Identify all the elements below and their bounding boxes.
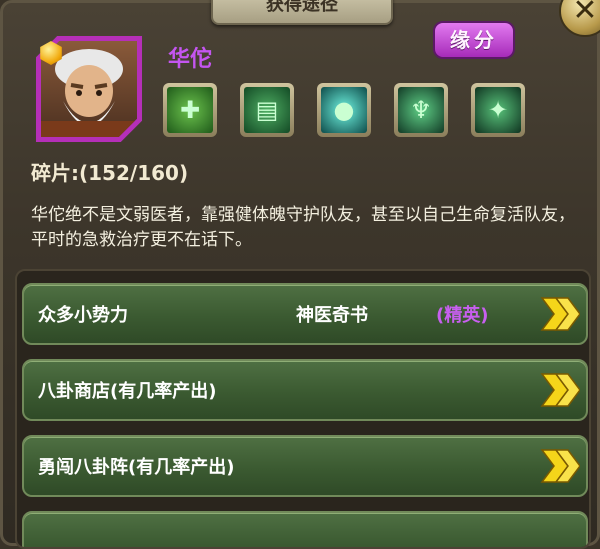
- source-label: 众多小势力: [38, 305, 128, 326]
- hero-name: 华佗: [168, 47, 213, 72]
- shard-count: 碎片:(152/160): [31, 157, 188, 186]
- source-row-4-partial[interactable]: [22, 511, 588, 547]
- source-label: 勇闯八卦阵(有几率产出): [38, 457, 235, 478]
- cyan-orb-icon: ●: [321, 87, 367, 133]
- elite-tag: (精英): [436, 305, 489, 326]
- shard-label: 碎片:: [31, 161, 79, 185]
- skill-slot-4[interactable]: ♆: [394, 83, 448, 137]
- source-stage: 神医奇书: [296, 305, 368, 326]
- hero-description: 华佗绝不是文弱医者，靠强健体魄守护队友，甚至以自己生命复活队友，平时的急救治疗更…: [31, 205, 575, 250]
- source-row-2[interactable]: 八卦商店(有几率产出): [22, 359, 588, 421]
- source-list[interactable]: 众多小势力 神医奇书 (精英) 八卦商店(有几率产出) 勇闯八卦阵(有几率产出): [15, 269, 591, 549]
- source-row-3[interactable]: 勇闯八卦阵(有几率产出): [22, 435, 588, 497]
- double-chevron-right-icon: [540, 449, 580, 483]
- skill-slot-2[interactable]: ▤: [240, 83, 294, 137]
- shard-value: (152/160): [79, 161, 189, 185]
- fate-button[interactable]: 缘分: [433, 21, 515, 59]
- source-row-1[interactable]: 众多小势力 神医奇书 (精英): [22, 283, 588, 345]
- close-button[interactable]: ✕: [559, 0, 600, 37]
- panel-title: 获得途径: [211, 0, 393, 25]
- obtain-path-panel: 获得途径 ✕ 华佗 缘分 ✚ ▤ ● ♆ ✦ 碎片:(152/160) 华佗绝不…: [0, 0, 600, 549]
- skill-slot-1[interactable]: ✚: [163, 83, 217, 137]
- skill-slot-3[interactable]: ●: [317, 83, 371, 137]
- close-icon: ✕: [572, 0, 598, 28]
- body-silhouette-icon: ♆: [398, 87, 444, 133]
- skill-slot-5[interactable]: ✦: [471, 83, 525, 137]
- leaf-heal-icon: ✚: [167, 87, 213, 133]
- figure-silhouette-icon: ✦: [475, 87, 521, 133]
- double-chevron-right-icon: [540, 373, 580, 407]
- source-label: 八卦商店(有几率产出): [38, 381, 217, 402]
- double-chevron-right-icon: [540, 297, 580, 331]
- green-book-icon: ▤: [244, 87, 290, 133]
